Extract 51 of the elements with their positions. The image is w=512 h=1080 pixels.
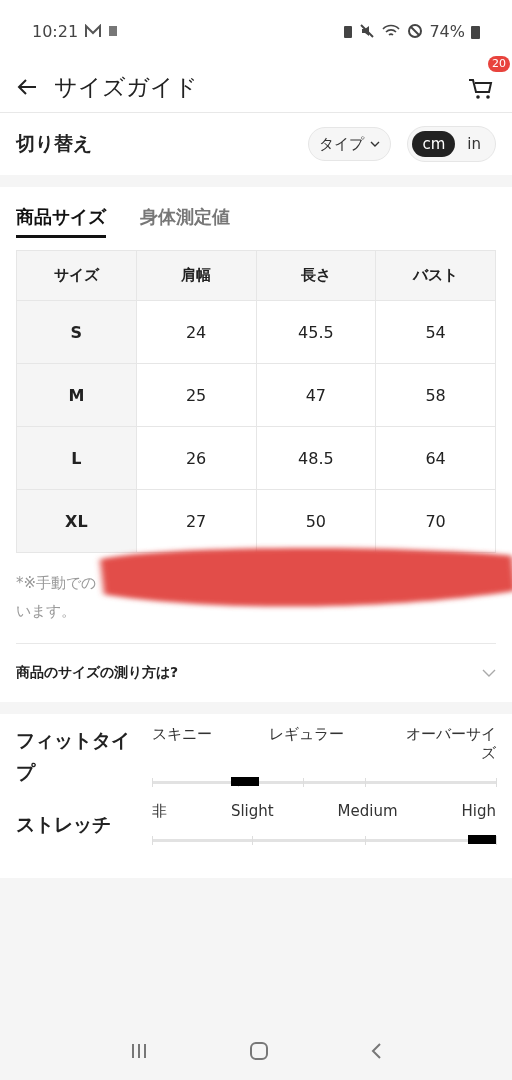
table-cell: 45.5 (256, 300, 376, 364)
status-time: 10:21 (32, 21, 79, 41)
back-icon[interactable] (369, 1042, 382, 1060)
table-cell: XL (16, 489, 137, 553)
switch-label: 切り替え (16, 131, 93, 156)
scale-option: スキニー (152, 724, 212, 744)
note-text: *※手動での (16, 573, 98, 594)
scale-option: 非 (152, 802, 167, 821)
battery-icon (471, 23, 480, 39)
type-dropdown[interactable]: タイプ (308, 127, 392, 161)
cart-count-badge: 20 (488, 56, 510, 72)
back-arrow-icon[interactable] (16, 78, 38, 96)
table-cell: L (16, 426, 137, 490)
scale-option: High (461, 802, 496, 820)
column-header: 長さ (256, 250, 376, 301)
column-header: サイズ (16, 250, 137, 301)
wifi-icon (381, 23, 402, 39)
note-text: います。 (16, 601, 77, 622)
unit-option[interactable]: cm (412, 131, 456, 157)
scale-option: Medium (337, 802, 398, 820)
column-header: バスト (375, 250, 496, 301)
measure-guide-accordion[interactable]: 商品のサイズの測り方は? (16, 643, 496, 702)
unit-option[interactable]: in (457, 131, 491, 157)
battery-saver-icon (343, 23, 354, 39)
mute-icon (359, 23, 376, 39)
scale-option: Slight (230, 802, 274, 820)
chevron-down-icon (370, 141, 381, 147)
column-header: 肩幅 (136, 250, 256, 301)
scale-option: レギュラー (268, 724, 344, 744)
mail-icon (84, 24, 103, 38)
battery-percent: 74% (429, 21, 465, 41)
recent-apps-icon[interactable] (130, 1042, 149, 1060)
table-cell: 25 (136, 363, 256, 427)
table-cell: 58 (375, 363, 496, 427)
scale-label: フィットタイプ (16, 728, 131, 785)
scale-option: オーバーサイズ (400, 724, 496, 763)
table-cell: 26 (136, 426, 256, 490)
page-title: サイズガイド (54, 72, 199, 102)
table-cell: S (16, 300, 137, 364)
tab[interactable]: 身体測定値 (140, 197, 230, 238)
block-icon (407, 23, 424, 39)
tab[interactable]: 商品サイズ (16, 197, 106, 238)
table-cell: 24 (136, 300, 256, 364)
table-cell: M (16, 363, 137, 427)
home-icon[interactable] (249, 1041, 269, 1061)
table-cell: 47 (256, 363, 376, 427)
table-cell: 54 (375, 300, 496, 364)
accordion-label: 商品のサイズの測り方は? (16, 664, 179, 682)
scale-label: ストレッチ (16, 812, 112, 837)
table-cell: 48.5 (256, 426, 376, 490)
table-cell: 64 (375, 426, 496, 490)
